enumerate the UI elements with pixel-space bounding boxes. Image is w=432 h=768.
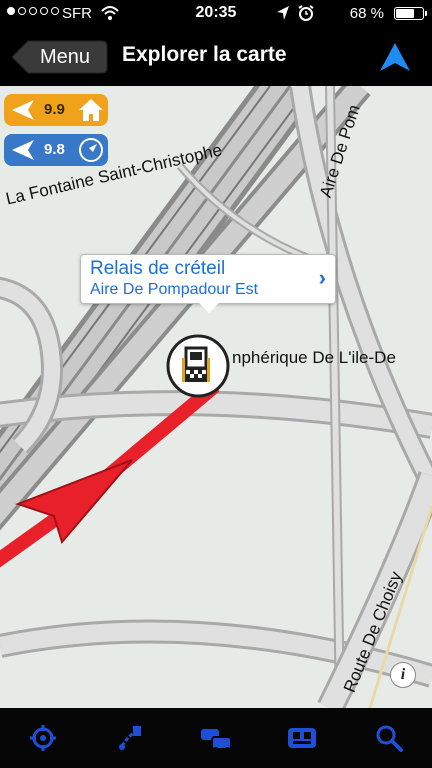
destination-distance-badge[interactable]: 9.8 — [4, 134, 108, 166]
navigation-arrow-icon[interactable] — [378, 42, 412, 72]
search-tab[interactable] — [369, 718, 409, 758]
route-tab[interactable] — [110, 718, 150, 758]
poi-callout[interactable]: Relais de créteil Aire De Pompadour Est … — [80, 254, 336, 313]
poi-title: Relais de créteil — [90, 258, 226, 279]
location-services-icon — [277, 6, 289, 20]
battery-icon — [394, 7, 427, 20]
info-button[interactable]: i — [390, 662, 416, 688]
menu-back-button[interactable]: Menu — [10, 40, 108, 74]
locate-icon — [30, 725, 57, 751]
poi-icon — [288, 728, 317, 748]
home-icon — [79, 99, 103, 121]
poi-subtitle: Aire De Pompadour Est — [90, 281, 259, 298]
arrow-icon — [12, 100, 34, 120]
alarm-icon — [298, 5, 314, 21]
arrow-icon — [12, 140, 34, 160]
navigation-bar: Menu Explorer la carte — [0, 28, 432, 86]
compass-icon — [79, 138, 103, 162]
home-distance-badge[interactable]: 9.9 — [4, 94, 108, 126]
fuel-station-icon[interactable] — [166, 334, 230, 398]
poi-tab[interactable] — [282, 718, 322, 758]
search-icon — [376, 725, 403, 752]
map-view[interactable]: La Fontaine Saint-Christophe Aire De Pom… — [0, 86, 432, 708]
status-bar: SFR 20:35 68 % — [0, 0, 432, 28]
street-label: nphérique De L'ile-De — [232, 348, 396, 367]
destination-distance: 9.8 — [44, 141, 65, 158]
battery-percent: 68 % — [349, 5, 384, 22]
traffic-tab[interactable] — [196, 718, 236, 758]
traffic-icon — [200, 729, 232, 751]
current-position-marker — [15, 459, 133, 545]
menu-back-label: Menu — [40, 46, 91, 68]
chevron-right-icon: › — [318, 265, 326, 290]
home-distance: 9.9 — [44, 101, 65, 118]
locate-tab[interactable] — [23, 718, 63, 758]
page-title: Explorer la carte — [122, 43, 287, 66]
bottom-tab-bar — [0, 708, 432, 768]
route-icon — [118, 726, 141, 750]
